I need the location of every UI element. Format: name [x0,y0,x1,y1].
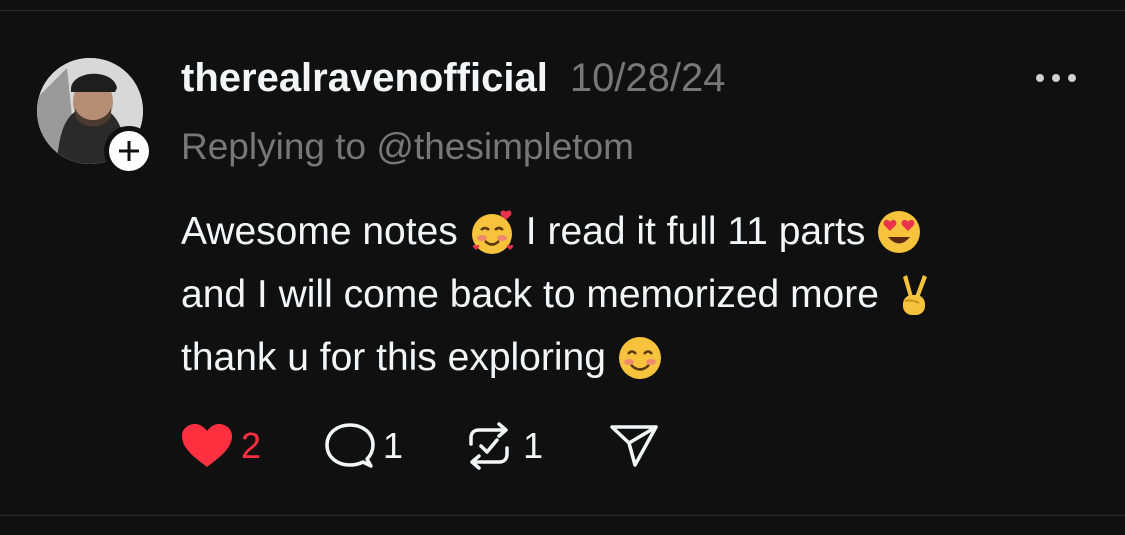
comment-count: 1 [383,425,404,466]
smiling-face-with-hearts-icon [468,208,516,256]
post-body: Awesome notes I read it full 11 parts an… [181,200,1101,389]
send-icon [610,425,658,467]
comment-button[interactable]: 1 [325,422,403,470]
replying-to[interactable]: Replying to @thesimpletom [181,126,634,168]
post-date: 10/28/24 [569,56,726,100]
heart-icon [182,424,232,467]
body-line-1: Awesome notes I read it full 11 parts [181,200,1101,263]
username[interactable]: therealravenofficial [181,56,548,101]
body-text-segment: and I will come back to memorized more [181,273,879,316]
body-line-2: and I will come back to memorized more [181,263,1101,326]
plus-icon [119,141,139,161]
victory-hand-icon [889,271,937,319]
repost-button[interactable]: 1 [463,422,543,470]
follow-button[interactable] [104,126,154,176]
more-options-button[interactable] [1032,68,1080,88]
body-text-segment: Awesome notes [181,210,458,253]
top-divider [0,10,1125,11]
action-bar: 2 1 1 [181,420,659,472]
speech-bubble-icon [325,423,375,468]
share-button[interactable] [609,423,659,469]
body-line-3: thank u for this exploring [181,326,1101,389]
repost-icon [469,422,509,470]
smiling-face-blush-icon [616,334,664,382]
body-text-segment: thank u for this exploring [181,336,606,379]
like-count: 2 [241,425,262,466]
bottom-divider [0,515,1125,516]
body-text-segment: I read it full 11 parts [525,210,866,253]
repost-count: 1 [523,425,544,466]
post-header: therealravenofficial 10/28/24 [181,56,726,101]
more-dots-icon [1036,74,1076,82]
heart-eyes-icon [875,208,923,256]
like-button[interactable]: 2 [181,423,261,469]
